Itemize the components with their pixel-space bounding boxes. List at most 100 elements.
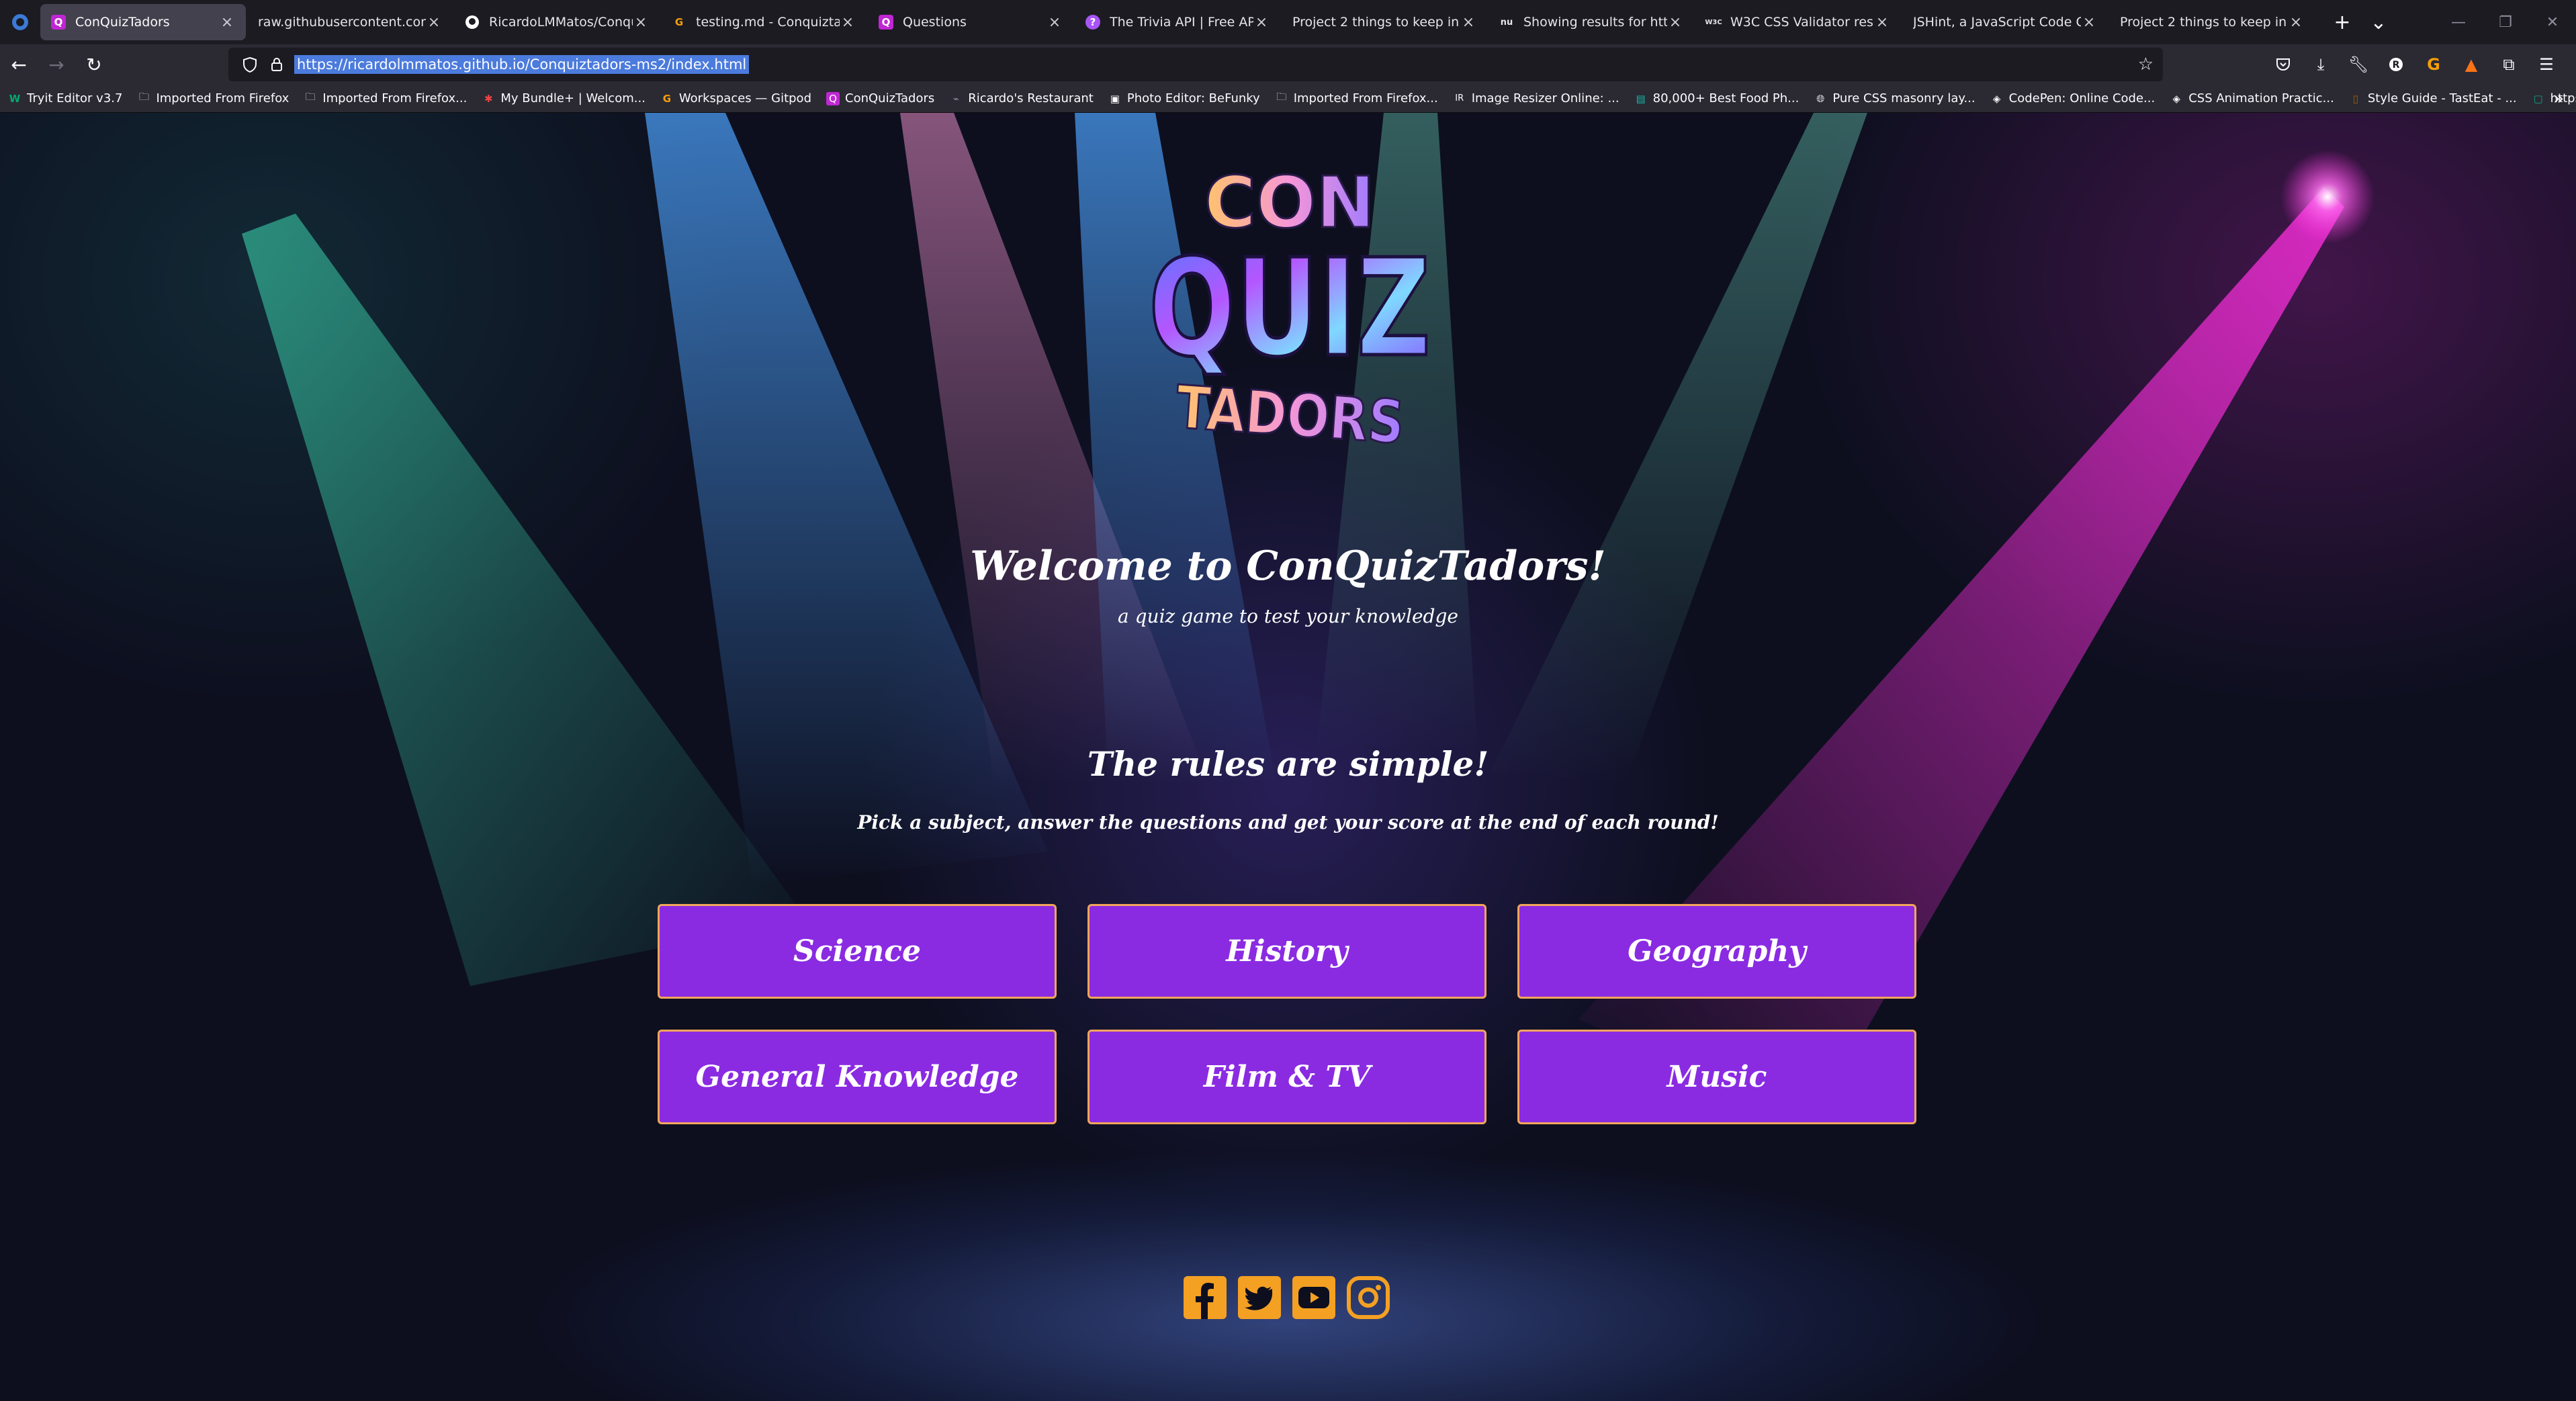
codepen-icon: ◈ xyxy=(1992,92,2001,105)
tab-strip: Q ConQuizTadors × raw.githubusercontent.… xyxy=(0,0,2576,44)
music-button[interactable]: Music xyxy=(1517,1030,1916,1124)
page-viewport: CON QUIZ TADORS Welcome to ConQuizTadors… xyxy=(0,113,2576,1401)
bookmark-item[interactable]: ▣ Photo Editor: BeFunky xyxy=(1108,91,1260,105)
quiz-favicon-icon: Q xyxy=(879,15,893,30)
bookmark-item[interactable]: 🌐︎ Pure CSS masonry lay... xyxy=(1814,91,1975,105)
rules-text: Pick a subject, answer the questions and… xyxy=(857,811,1719,833)
tab-project-2-b[interactable]: Project 2 things to keep in mind × xyxy=(2109,4,2315,40)
close-icon[interactable]: × xyxy=(1047,14,1063,31)
rules-heading: The rules are simple! xyxy=(1087,744,1489,784)
tab-github-repo[interactable]: RicardoLMMatos/Conquiz × xyxy=(454,4,660,40)
youtube-icon[interactable] xyxy=(1291,1275,1337,1320)
bookmark-item[interactable]: Q ConQuizTadors xyxy=(826,91,934,105)
geography-button[interactable]: Geography xyxy=(1517,904,1916,999)
tab-conquiztadors[interactable]: Q ConQuizTadors × xyxy=(40,4,246,40)
restore-icon[interactable]: ❐ xyxy=(2482,0,2529,44)
tab-title: The Trivia API | Free API for xyxy=(1110,15,1253,30)
close-window-icon[interactable]: ✕ xyxy=(2529,0,2576,44)
gitpod-extension-icon[interactable]: G xyxy=(2415,47,2452,82)
close-icon[interactable]: × xyxy=(2288,14,2304,31)
navigation-toolbar: ← → ↻ https://ricardolmmatos.github.io/C… xyxy=(0,44,2576,85)
bookmark-label: Imported From Firefox... xyxy=(322,91,468,105)
bookmark-item[interactable]: ⌁ Ricardo's Restaurant xyxy=(949,91,1094,105)
bookmark-item[interactable]: ◈ CSS Animation Practic... xyxy=(2170,91,2334,105)
bookmark-label: Tryit Editor v3.7 xyxy=(27,91,123,105)
bookmark-label: ConQuizTadors xyxy=(845,91,935,105)
tab-title: Project 2 things to keep in mind xyxy=(2120,15,2288,30)
bookmark-item[interactable]: ▤ 80,000+ Best Food Ph... xyxy=(1634,91,1800,105)
tabs: Q ConQuizTadors × raw.githubusercontent.… xyxy=(40,0,2316,44)
bookmark-star-icon[interactable]: ☆ xyxy=(2138,54,2153,75)
tab-css-validator[interactable]: W3C W3C CSS Validator results fo × xyxy=(1695,4,1901,40)
bookmark-item[interactable]: ▯ Style Guide - TastEat - ... xyxy=(2349,91,2517,105)
bookmark-label: My Bundle+ | Welcom... xyxy=(500,91,646,105)
downloads-icon[interactable]: ⤓ xyxy=(2302,47,2340,82)
wrench-icon[interactable]: 🔧︎ xyxy=(2340,47,2377,82)
bookmark-folder[interactable]: 🗀︎ Imported From Firefox xyxy=(137,91,289,105)
facebook-icon[interactable] xyxy=(1182,1275,1228,1320)
film-tv-button[interactable]: Film & TV xyxy=(1087,1030,1486,1124)
lock-icon[interactable] xyxy=(263,51,290,78)
list-all-tabs-button[interactable]: ⌄ xyxy=(2360,4,2397,40)
new-tab-button[interactable]: + xyxy=(2324,4,2360,40)
close-icon[interactable]: × xyxy=(1253,14,1270,31)
tab-title: Project 2 things to keep in mind xyxy=(1292,15,1460,30)
instagram-icon[interactable] xyxy=(1345,1275,1391,1320)
bookmark-item[interactable]: ◈ CodePen: Online Code... xyxy=(1990,91,2155,105)
conquiztadors-logo[interactable]: CON QUIZ TADORS xyxy=(1135,153,1444,469)
question-icon: ? xyxy=(1085,15,1100,30)
bookmark-item[interactable]: ✱ My Bundle+ | Welcom... xyxy=(482,91,646,105)
tab-questions[interactable]: Q Questions × xyxy=(868,4,1073,40)
close-icon[interactable]: × xyxy=(2081,14,2097,31)
tab-html-validator[interactable]: nu Showing results for https:// × xyxy=(1489,4,1694,40)
window-controls: — ❐ ✕ xyxy=(2435,0,2576,44)
tracking-protection-shield-icon[interactable] xyxy=(236,51,263,78)
tab-testing-md[interactable]: G testing.md - Conquiztador × xyxy=(661,4,867,40)
bookmarks-overflow-icon[interactable]: » xyxy=(2553,89,2564,109)
tab-title: ConQuizTadors xyxy=(75,15,170,30)
firefox-icon[interactable] xyxy=(0,0,40,44)
folder-icon: 🗀︎ xyxy=(1276,91,1287,103)
bookmark-label: Image Resizer Online: ... xyxy=(1471,91,1619,105)
close-icon[interactable]: × xyxy=(426,14,442,31)
hamburger-menu-icon[interactable]: ☰ xyxy=(2528,47,2565,82)
social-links xyxy=(1182,1275,1400,1320)
extension-r-icon[interactable]: R xyxy=(2377,47,2415,82)
tab-trivia-api[interactable]: ? The Trivia API | Free API for × xyxy=(1075,4,1280,40)
tab-jshint[interactable]: JSHint, a JavaScript Code Qualit × xyxy=(1902,4,2108,40)
close-icon[interactable]: × xyxy=(633,14,649,31)
bookmark-item[interactable]: IR Image Resizer Online: ... xyxy=(1453,91,1619,105)
history-button[interactable]: History xyxy=(1087,904,1486,999)
extension-icon[interactable]: ▲ xyxy=(2452,47,2490,82)
tab-project-2-a[interactable]: Project 2 things to keep in mind × xyxy=(1282,4,1487,40)
reload-button[interactable]: ↻ xyxy=(75,47,113,82)
bookmark-item[interactable]: G Workspaces — Gitpod xyxy=(660,91,811,105)
tagline: a quiz game to test your knowledge xyxy=(1118,605,1458,627)
folder-icon: 🗀︎ xyxy=(305,91,316,103)
general-knowledge-button[interactable]: General Knowledge xyxy=(658,1030,1057,1124)
pocket-icon[interactable] xyxy=(2264,47,2302,82)
close-icon[interactable]: × xyxy=(1460,14,1476,31)
back-button[interactable]: ← xyxy=(0,47,38,82)
close-icon[interactable]: × xyxy=(840,14,856,31)
minimize-icon[interactable]: — xyxy=(2435,0,2482,44)
bookmarks-toolbar: W Tryit Editor v3.7 🗀︎ Imported From Firef… xyxy=(0,85,2576,113)
pexels-icon: ▤ xyxy=(1636,92,1646,105)
globe-icon: 🌐︎ xyxy=(1816,92,1825,105)
url-text[interactable]: https://ricardolmmatos.github.io/Conquiz… xyxy=(294,55,750,74)
close-icon[interactable]: × xyxy=(1667,14,1683,31)
tab-title: W3C CSS Validator results fo xyxy=(1730,15,1874,30)
bookmark-folder[interactable]: 🗀︎ Imported From Firefox... xyxy=(1275,91,1438,105)
bookmark-item[interactable]: W Tryit Editor v3.7 xyxy=(8,91,123,105)
url-bar[interactable]: https://ricardolmmatos.github.io/Conquiz… xyxy=(228,48,2163,81)
w3schools-icon: W xyxy=(9,92,21,105)
tab-raw-github[interactable]: raw.githubusercontent.com/Ric × xyxy=(247,4,453,40)
extensions-puzzle-icon[interactable]: ⧉ xyxy=(2490,47,2528,82)
close-icon[interactable]: × xyxy=(219,14,235,31)
bookmark-folder[interactable]: 🗀︎ Imported From Firefox... xyxy=(304,91,468,105)
close-icon[interactable]: × xyxy=(1874,14,1890,31)
forward-button[interactable]: → xyxy=(38,47,75,82)
science-button[interactable]: Science xyxy=(658,904,1057,999)
twitter-icon[interactable] xyxy=(1237,1275,1282,1320)
page-content: CON QUIZ TADORS Welcome to ConQuizTadors… xyxy=(0,113,2576,1401)
